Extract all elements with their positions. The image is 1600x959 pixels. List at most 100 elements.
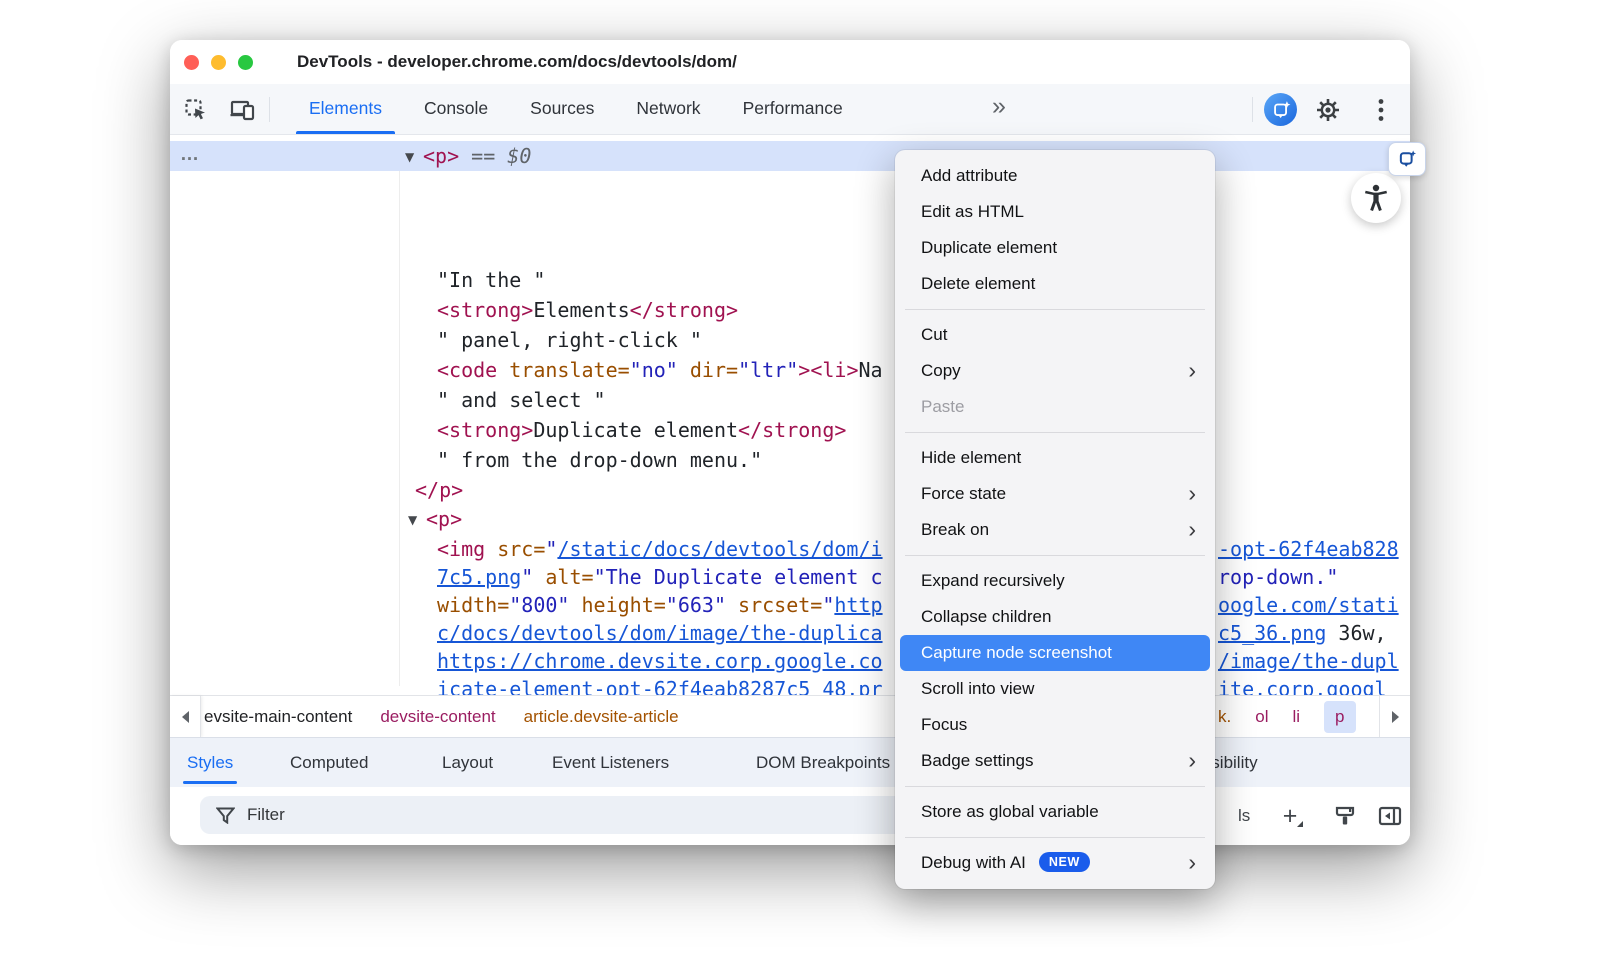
menu-item-add-attribute[interactable]: Add attribute xyxy=(900,158,1210,194)
breadcrumb-item[interactable]: devsite-content xyxy=(380,707,495,727)
dom-row-selected[interactable]: … ▼<p> == $0 xyxy=(170,141,1410,171)
code-link[interactable]: c5_36.png xyxy=(1218,621,1326,645)
menu-item-badge-settings[interactable]: Badge settings › xyxy=(900,743,1210,779)
main-panel-tabs: ElementsConsoleSourcesNetworkPerformance xyxy=(288,84,864,134)
tab-elements[interactable]: Elements xyxy=(288,84,403,134)
zoom-window-button[interactable] xyxy=(238,55,253,70)
menu-item-cut[interactable]: Cut xyxy=(900,317,1210,353)
tab-sources[interactable]: Sources xyxy=(509,84,615,134)
dom-tree-line[interactable]: ▼<p> xyxy=(408,504,462,534)
brush-icon xyxy=(1334,805,1356,827)
dom-tree-line[interactable]: <strong>Elements</strong> xyxy=(437,295,738,325)
menu-item-duplicate-element[interactable]: Duplicate element xyxy=(900,230,1210,266)
breadcrumb-item[interactable]: li xyxy=(1292,707,1300,727)
breadcrumb-item[interactable]: ol xyxy=(1255,707,1268,727)
panel-tab-event-listeners[interactable]: Event Listeners xyxy=(552,738,669,787)
code-link[interactable]: 7c5.png xyxy=(437,565,521,589)
accessibility-helper-badge[interactable] xyxy=(1351,173,1401,223)
code-tag: </strong> xyxy=(738,418,846,442)
dom-tree-line[interactable]: <code translate="no" dir="ltr"><li>Na xyxy=(437,355,883,385)
tab-network[interactable]: Network xyxy=(615,84,721,134)
rendering-brush-button[interactable] xyxy=(1330,802,1360,830)
element-picker-overlay-button[interactable] xyxy=(1388,142,1426,176)
menu-item-edit-as-html[interactable]: Edit as HTML xyxy=(900,194,1210,230)
ai-assistant-button[interactable] xyxy=(1264,93,1297,126)
code-attribute: width= xyxy=(437,593,509,617)
menu-item-delete-element[interactable]: Delete element xyxy=(900,266,1210,302)
code-link[interactable]: c/docs/devtools/dom/image/the-duplica xyxy=(437,621,883,645)
menu-item-force-state[interactable]: Force state› xyxy=(900,476,1210,512)
dom-tree-line[interactable]: 7c5.png" alt="The Duplicate element c xyxy=(437,562,883,592)
code-link[interactable]: http xyxy=(834,593,882,617)
dom-tree-line[interactable]: </p> xyxy=(415,475,463,505)
panel-tab-dom-breakpoints[interactable]: DOM Breakpoints xyxy=(756,738,890,787)
dom-tree-line[interactable]: /image/the-dupl xyxy=(1218,646,1399,676)
breadcrumb-item[interactable]: k. xyxy=(1218,707,1231,727)
menu-item-expand-recursively[interactable]: Expand recursively xyxy=(900,563,1210,599)
dom-tree-line[interactable]: https://chrome.devsite.corp.google.co xyxy=(437,646,883,676)
cls-toggle-fragment[interactable]: ls xyxy=(1238,787,1250,845)
dom-tree-line[interactable]: <strong>Duplicate element</strong> xyxy=(437,415,846,445)
dollar-zero-label: $0 xyxy=(507,144,531,168)
dom-tree-line[interactable]: c/docs/devtools/dom/image/the-duplica xyxy=(437,618,883,648)
dom-tree-line[interactable]: width="800" height="663" srcset="http xyxy=(437,590,883,620)
breadcrumb-scroll-left-button[interactable] xyxy=(170,696,201,737)
dom-tree-line[interactable]: " from the drop-down menu." xyxy=(437,445,762,475)
expand-arrow-icon[interactable]: ▼ xyxy=(405,142,423,172)
settings-gear-icon[interactable] xyxy=(1315,97,1341,123)
menu-item-label: Scroll into view xyxy=(921,679,1034,698)
menu-item-focus[interactable]: Focus xyxy=(900,707,1210,743)
menu-item-store-as-global-variable[interactable]: Store as global variable xyxy=(900,794,1210,830)
dom-tree-line[interactable]: oogle.com/stati xyxy=(1218,590,1399,620)
breadcrumb-scroll-right-button[interactable] xyxy=(1379,696,1410,737)
node-ellipsis[interactable]: … xyxy=(180,141,200,169)
menu-item-scroll-into-view[interactable]: Scroll into view xyxy=(900,671,1210,707)
code-tag: ><li> xyxy=(798,358,858,382)
panel-tab-styles[interactable]: Styles xyxy=(187,738,233,787)
dom-tree-line[interactable]: -opt-62f4eab828 xyxy=(1218,534,1399,564)
code-link[interactable]: /image/the-dupl xyxy=(1218,649,1399,673)
menu-item-break-on[interactable]: Break on› xyxy=(900,512,1210,548)
tab-console[interactable]: Console xyxy=(403,84,509,134)
more-tabs-icon[interactable]: » xyxy=(992,92,1006,121)
device-toolbar-icon xyxy=(230,98,256,122)
code-link[interactable]: oogle.com/stati xyxy=(1218,593,1399,617)
dom-tree-line[interactable]: " and select " xyxy=(437,385,606,415)
code-link[interactable]: /static/docs/devtools/dom/i xyxy=(557,537,882,561)
dom-tree-line[interactable]: rop-down." xyxy=(1218,562,1338,592)
close-window-button[interactable] xyxy=(184,55,199,70)
more-options-kebab-icon[interactable] xyxy=(1368,97,1394,123)
breadcrumb-item[interactable]: p xyxy=(1324,701,1355,733)
dom-tree-line[interactable]: c5_36.png 36w, xyxy=(1218,618,1387,648)
dom-tree-line[interactable]: <img src="/static/docs/devtools/dom/i xyxy=(437,534,883,564)
menu-item-label: Expand recursively xyxy=(921,571,1065,590)
inspect-element-icon[interactable] xyxy=(183,97,209,123)
menu-item-copy[interactable]: Copy› xyxy=(900,353,1210,389)
minimize-window-button[interactable] xyxy=(211,55,226,70)
code-tag: <strong> xyxy=(437,418,533,442)
code-link[interactable]: https://chrome.devsite.corp.google.co xyxy=(437,649,883,673)
menu-item-label: Edit as HTML xyxy=(921,202,1024,221)
new-style-rule-button[interactable]: + xyxy=(1275,802,1305,830)
menu-item-label: Badge settings xyxy=(921,751,1033,770)
menu-item-collapse-children[interactable]: Collapse children xyxy=(900,599,1210,635)
dom-tree-line[interactable]: " panel, right-click " xyxy=(437,325,702,355)
code-attribute: dir= xyxy=(678,358,738,382)
dom-tree-line[interactable]: "In the " xyxy=(437,265,545,295)
device-toolbar-icon[interactable] xyxy=(230,97,256,123)
menu-separator xyxy=(905,432,1205,433)
menu-item-capture-node-screenshot[interactable]: Capture node screenshot xyxy=(900,635,1210,671)
breadcrumb-item[interactable]: article.devsite-article xyxy=(524,707,679,727)
menu-item-debug-with-ai[interactable]: Debug with AINEW› xyxy=(900,845,1210,881)
menu-item-hide-element[interactable]: Hide element xyxy=(900,440,1210,476)
code-attribute: height= xyxy=(569,593,665,617)
code-value: "800" xyxy=(509,593,569,617)
tab-performance[interactable]: Performance xyxy=(722,84,864,134)
breadcrumb-item[interactable]: evsite-main-content xyxy=(204,707,352,727)
panel-tab-layout[interactable]: Layout xyxy=(442,738,493,787)
toggle-sidebar-button[interactable] xyxy=(1375,802,1405,830)
code-link[interactable]: -opt-62f4eab828 xyxy=(1218,537,1399,561)
panel-tab-computed[interactable]: Computed xyxy=(290,738,368,787)
submenu-arrow-icon: › xyxy=(1188,743,1196,777)
devtools-window: DevTools - developer.chrome.com/docs/dev… xyxy=(170,40,1410,845)
